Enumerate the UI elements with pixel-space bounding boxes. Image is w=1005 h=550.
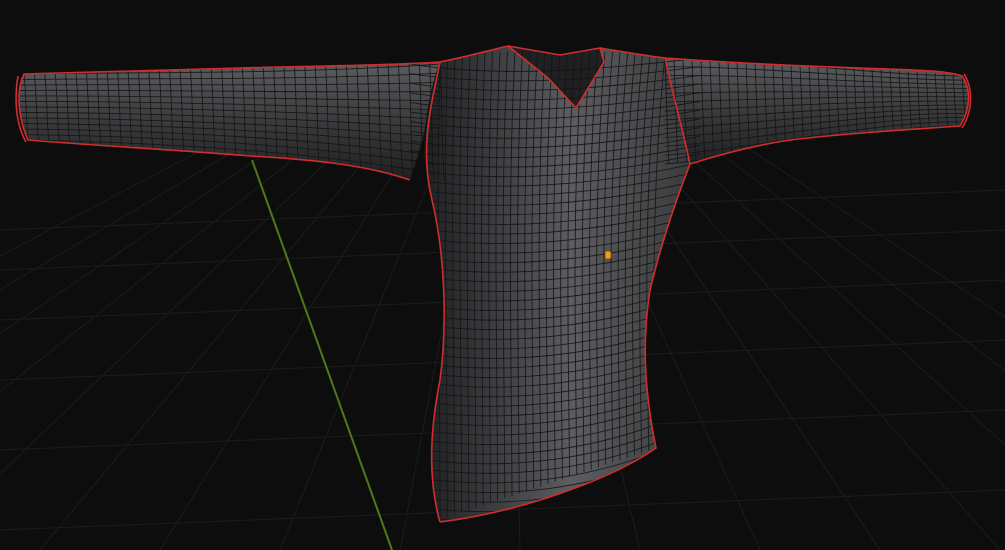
shirt-mesh[interactable]: [15, 45, 975, 531]
3d-viewport[interactable]: [0, 0, 1005, 550]
left-sleeve[interactable]: [18, 61, 441, 181]
y-axis-line: [251, 159, 393, 550]
viewport-scene[interactable]: [0, 0, 1005, 550]
object-origin-dot[interactable]: [604, 250, 612, 260]
